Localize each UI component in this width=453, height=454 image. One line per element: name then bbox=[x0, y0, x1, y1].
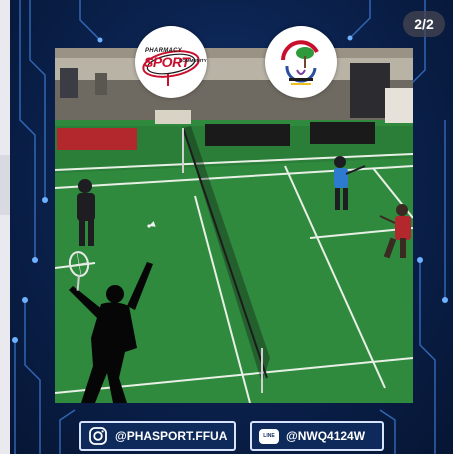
court-scene bbox=[55, 48, 413, 403]
logo-sub-text: COMMUNITY bbox=[179, 58, 207, 63]
pharmacy-sport-community-logo: PHARMACY SPORT COMMUNITY bbox=[135, 26, 207, 98]
page-indicator: 2/2 bbox=[403, 11, 445, 37]
line-handle-button[interactable]: LINE @NWQ4124W bbox=[250, 421, 384, 451]
banner-pro bbox=[57, 128, 137, 150]
instagram-handle-button[interactable]: @PHASPORT.FFUA bbox=[79, 421, 236, 451]
line-handle-text: @NWQ4124W bbox=[286, 429, 366, 443]
line-icon-label: LINE bbox=[259, 428, 279, 444]
instagram-icon bbox=[88, 426, 108, 446]
emblem-icon bbox=[281, 40, 319, 85]
story-frame: PHARMACY SPORT COMMUNITY 2/2 @PHASPORT.F… bbox=[0, 0, 453, 454]
line-app-icon: LINE bbox=[259, 426, 279, 446]
badminton-match-photo bbox=[55, 48, 413, 403]
faculty-emblem-logo bbox=[265, 26, 337, 98]
instagram-handle-text: @PHASPORT.FFUA bbox=[115, 429, 228, 443]
left-edge-strip bbox=[0, 0, 10, 454]
